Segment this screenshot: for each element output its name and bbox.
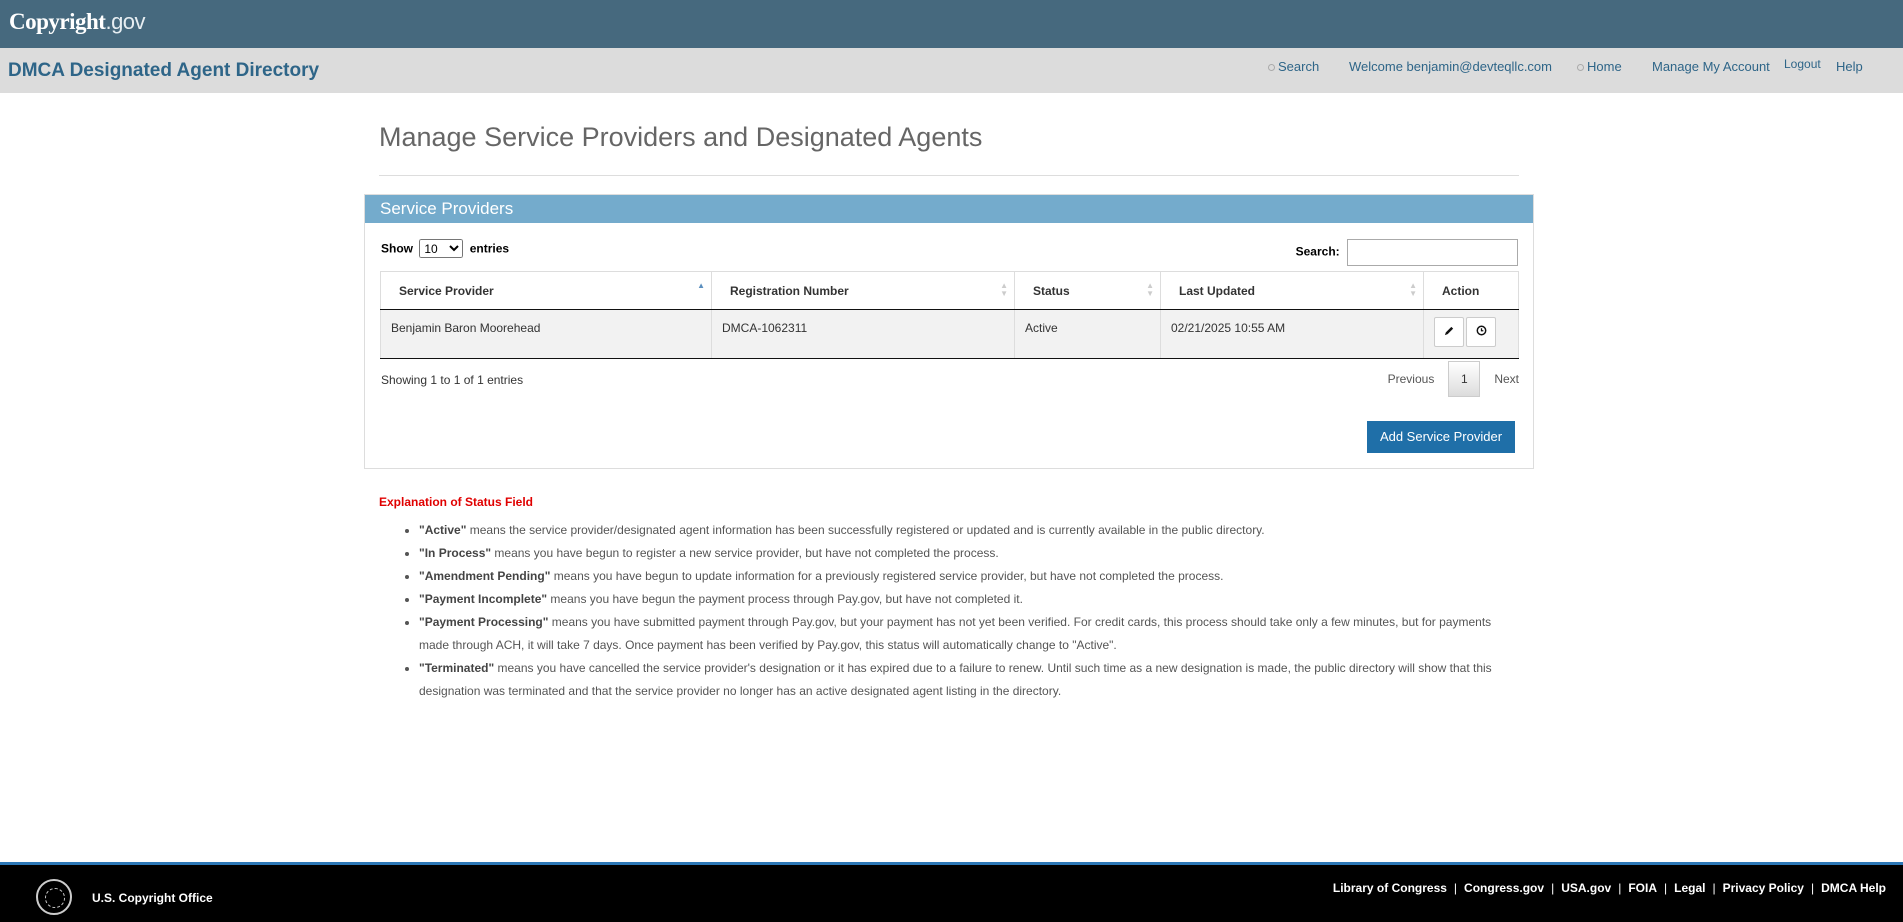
footer-link-usa-gov[interactable]: USA.gov xyxy=(1561,881,1611,895)
status-term: "Payment Incomplete" xyxy=(419,592,548,606)
copyright-gov-logo[interactable]: Copyright.gov xyxy=(9,9,146,35)
footer-links: Library of Congress | Congress.gov | USA.gov… xyxy=(1333,881,1886,895)
list-item: "Active" means the service provider/desi… xyxy=(419,519,1499,542)
previous-page-button[interactable]: Previous xyxy=(1388,372,1435,386)
cell-registration-number: DMCA-1062311 xyxy=(711,309,1015,359)
nav-logout-link[interactable]: Logout xyxy=(1784,57,1821,71)
home-icon xyxy=(1577,64,1584,72)
cell-last-updated: 02/21/2025 10:55 AM xyxy=(1160,309,1424,359)
list-item: "Payment Processing" means you have subm… xyxy=(419,611,1499,657)
footer-separator: | xyxy=(1810,881,1815,895)
sort-ascending-icon: ▲ xyxy=(697,281,705,290)
footer-link-library-of-congress[interactable]: Library of Congress xyxy=(1333,881,1447,895)
table-header-row: Service Provider ▲ Registration Number ▲ ▼ … xyxy=(380,271,1519,310)
column-header-last-updated[interactable]: Last Updated ▲ ▼ xyxy=(1160,271,1424,310)
nav-home-link[interactable]: Home xyxy=(1577,59,1622,74)
list-item: "Terminated" means you have cancelled th… xyxy=(419,657,1499,703)
page-1-button[interactable]: 1 xyxy=(1448,361,1481,397)
status-description: means the service provider/designated ag… xyxy=(466,523,1265,537)
status-explanation-list: "Active" means the service provider/desi… xyxy=(419,519,1499,703)
show-entries-control: Show 10 entries xyxy=(381,239,509,258)
nav-manage-account-link[interactable]: Manage My Account xyxy=(1652,59,1770,74)
footer-link-congress-gov[interactable]: Congress.gov xyxy=(1464,881,1544,895)
list-item: "Payment Incomplete" means you have begu… xyxy=(419,588,1499,611)
list-item: "In Process" means you have begun to reg… xyxy=(419,542,1499,565)
table-search-input[interactable] xyxy=(1347,239,1518,266)
copyright-office-seal-icon[interactable] xyxy=(36,879,72,915)
footer-separator: | xyxy=(1453,881,1458,895)
title-divider xyxy=(379,175,1519,176)
header-nav: Search Welcome benjamin@devteqllc.com Ho… xyxy=(0,48,1903,93)
sort-both-icon: ▲ ▼ xyxy=(1000,281,1008,298)
panel-heading: Service Providers xyxy=(365,195,1533,223)
table-row: Benjamin Baron Moorehead DMCA-1062311 Ac… xyxy=(380,309,1519,359)
status-description: means you have submitted payment through… xyxy=(419,615,1492,652)
next-page-button[interactable]: Next xyxy=(1494,372,1519,386)
footer-link-legal[interactable]: Legal xyxy=(1674,881,1705,895)
column-label: Status xyxy=(1033,283,1070,298)
history-button[interactable] xyxy=(1466,317,1496,347)
status-explanation-title: Explanation of Status Field xyxy=(379,495,534,509)
cell-service-provider: Benjamin Baron Moorehead xyxy=(380,309,712,359)
status-term: "Terminated" xyxy=(419,661,495,675)
sort-both-icon: ▲ ▼ xyxy=(1146,281,1154,298)
service-providers-table: Service Provider ▲ Registration Number ▲ ▼ … xyxy=(380,271,1519,359)
footer: U.S. Copyright Office Library of Congres… xyxy=(0,865,1903,922)
column-header-status[interactable]: Status ▲ ▼ xyxy=(1014,271,1161,310)
logo-main: Copyright xyxy=(9,9,106,34)
sort-both-icon: ▲ ▼ xyxy=(1409,281,1417,298)
footer-separator: | xyxy=(1664,881,1668,895)
welcome-text: Welcome benjamin@devteqllc.com xyxy=(1349,59,1552,74)
page-size-select[interactable]: 10 xyxy=(419,239,464,258)
status-term: "Payment Processing" xyxy=(419,615,549,629)
footer-separator: | xyxy=(1712,881,1716,895)
status-description: means you have begun to register a new s… xyxy=(491,546,999,560)
search-label: Search: xyxy=(1295,244,1340,259)
pagination: Previous 1 Next xyxy=(1388,361,1519,397)
status-term: "Amendment Pending" xyxy=(419,569,551,583)
entries-info: Showing 1 to 1 of 1 entries xyxy=(381,373,524,387)
table-search: Search: xyxy=(1296,239,1518,266)
footer-office-name[interactable]: U.S. Copyright Office xyxy=(92,891,213,905)
column-header-registration-number[interactable]: Registration Number ▲ ▼ xyxy=(711,271,1015,310)
status-term: "In Process" xyxy=(419,546,492,560)
column-label: Registration Number xyxy=(730,283,849,298)
page-title: Manage Service Providers and Designated … xyxy=(379,122,983,152)
footer-link-privacy-policy[interactable]: Privacy Policy xyxy=(1723,881,1804,895)
search-icon xyxy=(1268,64,1275,72)
footer-separator: | xyxy=(1618,881,1622,895)
footer-link-dmca-help[interactable]: DMCA Help xyxy=(1821,881,1886,895)
footer-separator: | xyxy=(1551,881,1555,895)
nav-home-label: Home xyxy=(1587,59,1622,74)
status-description: means you have cancelled the service pro… xyxy=(419,661,1492,698)
column-header-service-provider[interactable]: Service Provider ▲ xyxy=(380,271,712,310)
nav-search-link[interactable]: Search xyxy=(1268,59,1319,74)
list-item: "Amendment Pending" means you have begun… xyxy=(419,565,1499,588)
add-service-provider-button[interactable]: Add Service Provider xyxy=(1367,421,1515,453)
edit-button[interactable] xyxy=(1434,317,1464,347)
status-term: "Active" xyxy=(419,523,467,537)
clock-icon xyxy=(1476,325,1486,336)
service-providers-panel: Service Providers Show 10 entries Search… xyxy=(364,194,1534,469)
column-label: Service Provider xyxy=(399,283,494,298)
entries-label: entries xyxy=(469,241,510,256)
status-description: means you have begun the payment process… xyxy=(547,592,1023,606)
cell-status: Active xyxy=(1014,309,1161,359)
top-bar: Copyright.gov xyxy=(0,0,1903,48)
column-header-action: Action xyxy=(1423,271,1519,310)
status-description: means you have begun to update informati… xyxy=(550,569,1224,583)
cell-actions xyxy=(1423,309,1519,359)
footer-link-foia[interactable]: FOIA xyxy=(1628,881,1657,895)
column-label: Last Updated xyxy=(1179,283,1256,298)
pencil-icon xyxy=(1444,326,1453,336)
show-label: Show xyxy=(381,241,413,256)
logo-suffix: .gov xyxy=(105,9,146,34)
nav-help-link[interactable]: Help xyxy=(1836,59,1863,74)
nav-search-label: Search xyxy=(1278,59,1320,74)
app-header: DMCA Designated Agent Directory Search W… xyxy=(0,48,1903,93)
